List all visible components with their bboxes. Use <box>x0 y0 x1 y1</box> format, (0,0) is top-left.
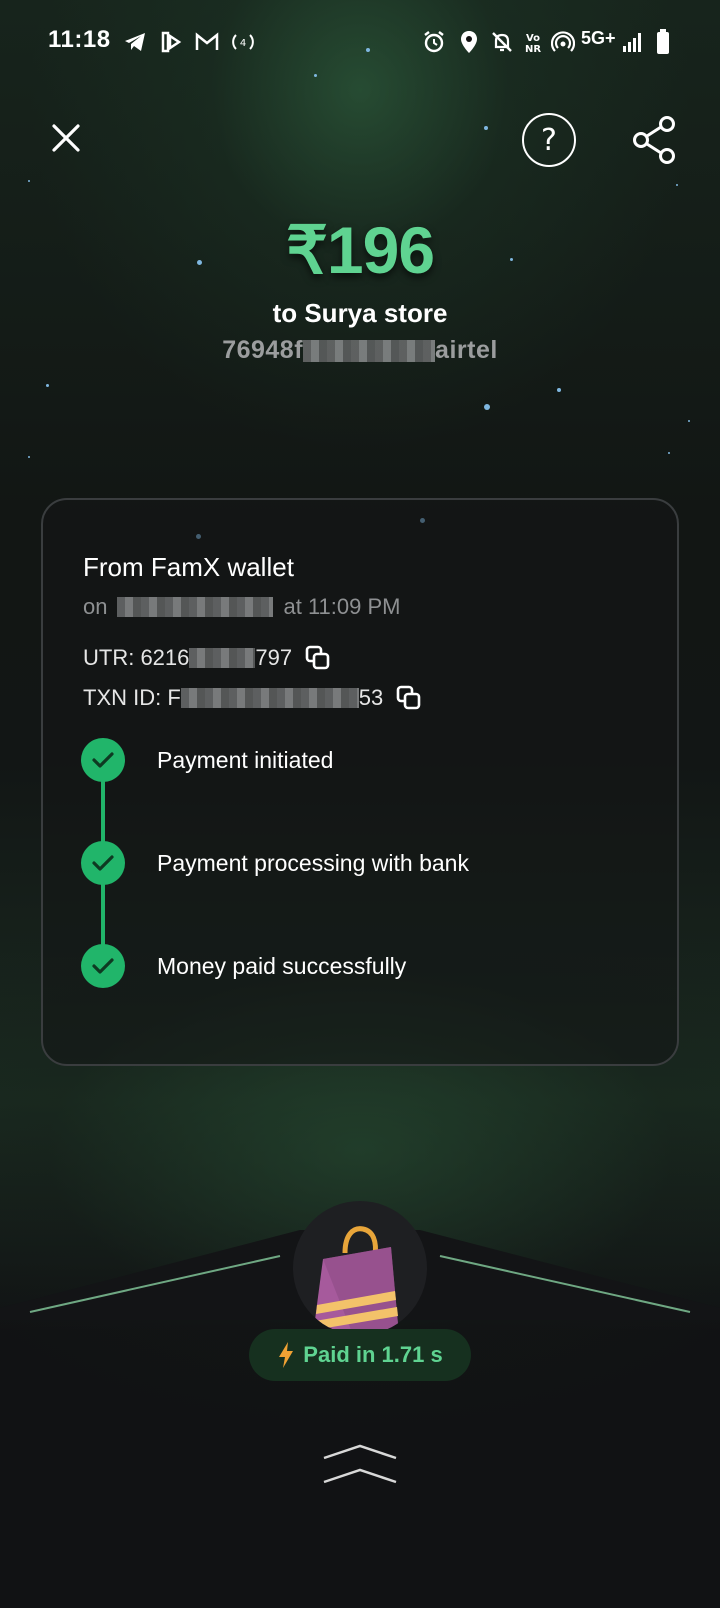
star-dot <box>28 456 30 458</box>
date-prefix: on <box>83 594 108 619</box>
star-dot <box>676 184 678 186</box>
merchant-avatar <box>293 1201 427 1335</box>
star-dot <box>484 404 490 410</box>
svg-text:Vo: Vo <box>526 33 540 44</box>
check-icon <box>81 944 125 988</box>
close-icon <box>52 124 80 152</box>
star-dot <box>688 420 690 422</box>
telegram-icon <box>122 28 148 56</box>
txn-row: TXN ID: F 53 <box>83 684 423 712</box>
app-icon <box>158 28 184 56</box>
timeline-step: Payment initiated <box>81 738 333 782</box>
timeline-step: Payment processing with bank <box>81 841 469 885</box>
check-icon <box>81 841 125 885</box>
vpa-suffix: airtel <box>435 336 498 364</box>
payment-date: on at 11:09 PM <box>83 594 400 620</box>
shopping-bag-icon <box>313 1226 399 1335</box>
hotspot-icon: 4 <box>228 28 258 56</box>
redacted-text <box>303 340 436 363</box>
status-bar: 11:18 4 Vo NR 5G+ <box>0 0 720 84</box>
utr-suffix: 797 <box>255 645 293 670</box>
location-icon <box>457 28 481 56</box>
svg-text:NR: NR <box>525 44 541 54</box>
share-icon <box>633 116 675 164</box>
close-button[interactable] <box>44 116 88 160</box>
txn-suffix: 53 <box>358 685 384 710</box>
step-label: Payment processing with bank <box>157 849 469 876</box>
alarm-icon <box>420 28 448 56</box>
star-dot <box>46 384 49 387</box>
star-dot <box>557 388 561 392</box>
chevron-up-icon <box>323 1444 397 1484</box>
utr-row: UTR: 6216 797 <box>83 644 332 672</box>
status-time: 11:18 <box>48 26 111 53</box>
network-type: 5G+ <box>581 28 616 48</box>
redacted-text <box>180 688 359 708</box>
payee-vpa: 76948f airtel <box>0 336 720 365</box>
vonr-icon: Vo NR <box>522 28 544 56</box>
copy-icon <box>396 685 421 710</box>
star-dot <box>484 126 488 130</box>
copy-utr-button[interactable] <box>304 644 332 672</box>
expand-button[interactable] <box>322 1444 398 1488</box>
help-icon: ? <box>541 122 557 158</box>
check-icon <box>81 738 125 782</box>
svg-text:4: 4 <box>240 38 246 49</box>
copy-txn-button[interactable] <box>395 684 423 712</box>
copy-icon <box>305 645 330 670</box>
vpa-prefix: 76948f <box>222 336 304 364</box>
utr-prefix: UTR: 6216 <box>83 645 190 670</box>
star-dot <box>28 180 30 182</box>
star-dot <box>668 452 670 454</box>
payment-source: From FamX wallet <box>83 552 294 582</box>
share-button[interactable] <box>630 112 680 168</box>
gmail-icon <box>194 28 220 56</box>
redacted-text <box>117 597 274 617</box>
lightning-icon <box>279 1342 294 1368</box>
signal-icon <box>620 28 646 56</box>
step-label: Payment initiated <box>157 746 334 773</box>
payee-name: to Surya store <box>272 298 448 328</box>
help-button[interactable]: ? <box>522 113 576 167</box>
redacted-text <box>189 648 256 668</box>
payment-amount: ₹196 <box>285 213 435 287</box>
timeline-step: Money paid successfully <box>81 944 406 988</box>
wifi-calling-icon <box>550 28 576 56</box>
mute-icon <box>488 28 516 56</box>
battery-icon <box>654 28 672 56</box>
date-suffix: at 11:09 PM <box>283 594 401 619</box>
paid-time-badge: Paid in 1.71 s <box>249 1329 471 1381</box>
step-label: Money paid successfully <box>157 952 407 979</box>
txn-prefix: TXN ID: F <box>83 685 181 710</box>
paid-time-label: Paid in 1.71 s <box>303 1342 443 1367</box>
transaction-card: From FamX wallet on at 11:09 PM UTR: 621… <box>41 498 679 1066</box>
